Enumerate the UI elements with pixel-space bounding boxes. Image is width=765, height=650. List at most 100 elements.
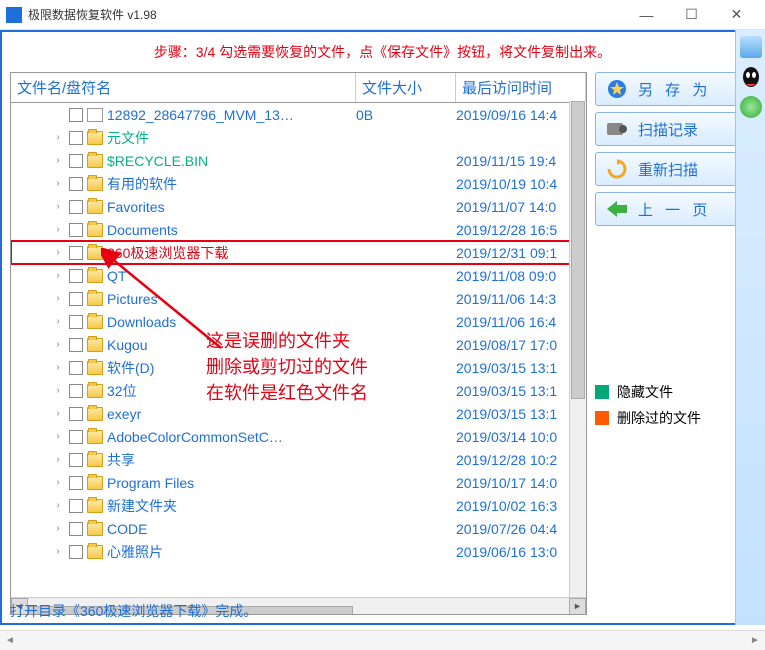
expand-icon[interactable]: › — [51, 155, 65, 166]
qq-icon[interactable] — [740, 66, 762, 88]
scanlog-label: 扫描记录 — [638, 119, 698, 140]
row-name: Documents — [107, 222, 356, 238]
row-checkbox[interactable] — [69, 315, 83, 329]
outer-horizontal-scrollbar[interactable]: ◄ ► — [0, 630, 765, 650]
expand-icon[interactable]: › — [51, 431, 65, 442]
table-row[interactable]: ›Favorites2019/11/07 14:0 — [11, 195, 586, 218]
scan-log-button[interactable]: 扫描记录 — [595, 112, 755, 146]
row-checkbox[interactable] — [69, 545, 83, 559]
table-row[interactable]: ›新建文件夹2019/10/02 16:3 — [11, 494, 586, 517]
titlebar: 极限数据恢复软件 v1.98 — ☐ ✕ — [0, 0, 765, 30]
close-button[interactable]: ✕ — [714, 0, 759, 30]
table-row[interactable]: ›Downloads2019/11/06 16:4 — [11, 310, 586, 333]
tool-icon-1[interactable] — [740, 36, 762, 58]
maximize-button[interactable]: ☐ — [669, 0, 714, 30]
row-name: 新建文件夹 — [107, 496, 356, 516]
table-row[interactable]: ›AdobeColorCommonSetC…2019/03/14 10:0 — [11, 425, 586, 448]
expand-icon[interactable]: › — [51, 500, 65, 511]
col-time[interactable]: 最后访问时间 — [456, 73, 586, 102]
minimize-button[interactable]: — — [624, 0, 669, 30]
expand-icon[interactable]: › — [51, 293, 65, 304]
save-label: 另 存 为 — [638, 79, 711, 100]
row-checkbox[interactable] — [69, 269, 83, 283]
help-icon[interactable] — [740, 96, 762, 118]
row-checkbox[interactable] — [69, 177, 83, 191]
outer-scroll-left-icon[interactable]: ◄ — [0, 631, 20, 650]
row-name: AdobeColorCommonSetC… — [107, 429, 356, 445]
expand-icon[interactable]: › — [51, 339, 65, 350]
row-checkbox[interactable] — [69, 246, 83, 260]
table-row[interactable]: ›QT2019/11/08 09:0 — [11, 264, 586, 287]
folder-icon — [87, 476, 103, 490]
table-row[interactable]: ›Documents2019/12/28 16:5 — [11, 218, 586, 241]
row-checkbox[interactable] — [69, 154, 83, 168]
file-tree: 文件名/盘符名 文件大小 最后访问时间 12892_28647796_MVM_1… — [10, 72, 587, 615]
status-bar: 打开目录《360极速浏览器下载》完成。 — [2, 597, 265, 625]
rescan-button[interactable]: 重新扫描 — [595, 152, 755, 186]
row-checkbox[interactable] — [69, 522, 83, 536]
expand-icon[interactable]: › — [51, 454, 65, 465]
expand-icon[interactable]: › — [51, 477, 65, 488]
expand-icon[interactable]: › — [51, 270, 65, 281]
row-checkbox[interactable] — [69, 131, 83, 145]
table-row[interactable]: ›CODE2019/07/26 04:4 — [11, 517, 586, 540]
row-checkbox[interactable] — [69, 476, 83, 490]
row-time: 2019/12/31 09:1 — [456, 245, 586, 261]
row-time: 2019/11/06 14:3 — [456, 291, 586, 307]
table-row[interactable]: ›$RECYCLE.BIN2019/11/15 19:4 — [11, 149, 586, 172]
table-row[interactable]: ›Program Files2019/10/17 14:0 — [11, 471, 586, 494]
folder-icon — [87, 338, 103, 352]
expand-icon[interactable]: › — [51, 224, 65, 235]
vertical-scrollbar[interactable] — [569, 101, 586, 597]
table-row[interactable]: 12892_28647796_MVM_13…0B2019/09/16 14:4 — [11, 103, 586, 126]
row-checkbox[interactable] — [69, 108, 83, 122]
table-row[interactable]: ›Kugou2019/08/17 17:0 — [11, 333, 586, 356]
col-name[interactable]: 文件名/盘符名 — [11, 73, 356, 102]
table-row[interactable]: ›Pictures2019/11/06 14:3 — [11, 287, 586, 310]
expand-icon[interactable]: › — [51, 523, 65, 534]
expand-icon[interactable]: › — [51, 546, 65, 557]
legend-hidden-label: 隐藏文件 — [617, 382, 673, 402]
table-row[interactable]: ›32位2019/03/15 13:1 — [11, 379, 586, 402]
row-name: 有用的软件 — [107, 174, 356, 194]
expand-icon[interactable]: › — [51, 132, 65, 143]
prev-page-button[interactable]: 上 一 页 — [595, 192, 755, 226]
expand-icon[interactable]: › — [51, 316, 65, 327]
expand-icon[interactable]: › — [51, 178, 65, 189]
table-row[interactable]: ›exeyr2019/03/15 13:1 — [11, 402, 586, 425]
table-row[interactable]: ›360极速浏览器下载2019/12/31 09:1 — [11, 241, 586, 264]
expand-icon[interactable]: › — [51, 247, 65, 258]
row-checkbox[interactable] — [69, 430, 83, 444]
table-row[interactable]: ›软件(D)2019/03/15 13:1 — [11, 356, 586, 379]
row-checkbox[interactable] — [69, 292, 83, 306]
folder-icon — [87, 407, 103, 421]
row-checkbox[interactable] — [69, 453, 83, 467]
row-checkbox[interactable] — [69, 338, 83, 352]
expand-icon[interactable]: › — [51, 408, 65, 419]
row-checkbox[interactable] — [69, 223, 83, 237]
outer-scroll-right-icon[interactable]: ► — [745, 631, 765, 650]
folder-icon — [87, 522, 103, 536]
row-checkbox[interactable] — [69, 407, 83, 421]
row-checkbox[interactable] — [69, 499, 83, 513]
legend-hidden-swatch — [595, 385, 609, 399]
expand-icon[interactable]: › — [51, 385, 65, 396]
row-name: exeyr — [107, 406, 356, 422]
folder-icon — [87, 361, 103, 375]
expand-icon[interactable]: › — [51, 362, 65, 373]
save-as-button[interactable]: 另 存 为 — [595, 72, 755, 106]
arrow-left-icon — [606, 198, 628, 220]
row-checkbox[interactable] — [69, 200, 83, 214]
prev-label: 上 一 页 — [638, 199, 711, 220]
row-size: 0B — [356, 107, 456, 123]
table-row[interactable]: ›元文件 — [11, 126, 586, 149]
row-checkbox[interactable] — [69, 361, 83, 375]
expand-icon[interactable]: › — [51, 201, 65, 212]
table-row[interactable]: ›有用的软件2019/10/19 10:4 — [11, 172, 586, 195]
folder-icon — [87, 384, 103, 398]
col-size[interactable]: 文件大小 — [356, 73, 456, 102]
table-row[interactable]: ›共享2019/12/28 10:2 — [11, 448, 586, 471]
table-row[interactable]: ›心雅照片2019/06/16 13:0 — [11, 540, 586, 563]
row-checkbox[interactable] — [69, 384, 83, 398]
scroll-right-icon[interactable]: ► — [569, 598, 586, 615]
